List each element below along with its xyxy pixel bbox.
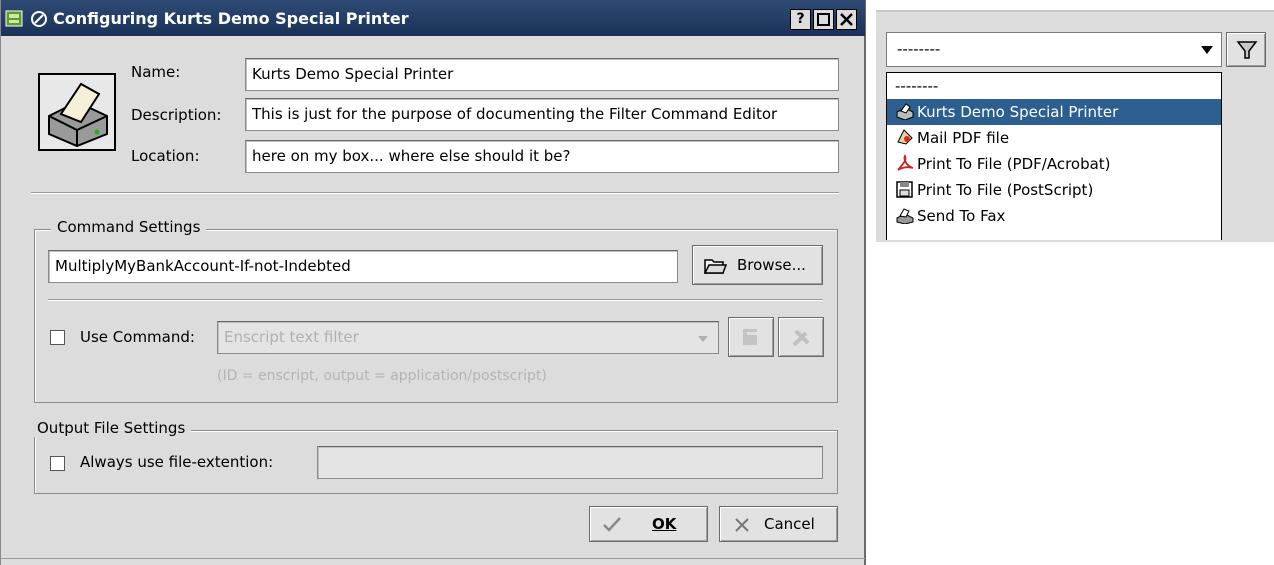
option-label: Kurts Demo Special Printer (917, 103, 1119, 121)
option-label: -------- (895, 77, 939, 95)
name-field[interactable]: Kurts Demo Special Printer (245, 58, 839, 91)
window-title: Configuring Kurts Demo Special Printer (53, 9, 409, 28)
output-file-settings-title: Output File Settings (31, 419, 192, 437)
printer-config-dialog: Configuring Kurts Demo Special Printer ?… (0, 0, 866, 565)
cancel-label: Cancel (764, 515, 815, 533)
command-select-value: Enscript text filter (224, 328, 359, 346)
close-button[interactable] (836, 9, 857, 30)
printer-dropdown-list[interactable]: -------- Kurts Demo Special Printer Mail… (886, 72, 1222, 240)
description-label: Description: (131, 106, 222, 124)
app-icon[interactable] (5, 9, 25, 29)
command-settings-title: Command Settings (51, 218, 207, 236)
dropdown-arrow-icon (698, 336, 708, 342)
cancel-icon (734, 517, 750, 537)
dropdown-option-none[interactable]: -------- (887, 73, 1221, 99)
dialog-bottom-edge (1, 558, 865, 565)
filter-icon (1236, 39, 1258, 65)
filter-button[interactable] (1226, 32, 1266, 67)
location-label: Location: (131, 147, 200, 165)
pin-icon[interactable] (29, 9, 49, 29)
command-info-text: (ID = enscript, output = application/pos… (217, 368, 547, 384)
edit-icon (740, 327, 762, 351)
floppy-icon (895, 180, 915, 198)
description-field[interactable]: This is just for the purpose of document… (245, 98, 839, 131)
option-label: Send To Fax (917, 207, 1006, 225)
extension-field[interactable] (317, 446, 823, 479)
printer-icon (37, 72, 117, 152)
folder-open-icon (703, 254, 728, 280)
option-label: Mail PDF file (917, 129, 1010, 147)
title-bar[interactable]: Configuring Kurts Demo Special Printer ? (1, 0, 865, 36)
name-label: Name: (131, 63, 181, 81)
printer-combo-box[interactable]: -------- (886, 32, 1222, 67)
ok-button[interactable]: OK (589, 506, 708, 542)
browse-button[interactable]: Browse... (692, 245, 823, 285)
close-icon (840, 13, 853, 26)
location-field[interactable]: here on my box... where else should it b… (245, 140, 839, 173)
ok-label: OK (652, 515, 677, 533)
dropdown-option-send-to-fax[interactable]: Send To Fax (887, 203, 1221, 229)
separator (31, 192, 839, 194)
browse-label: Browse... (737, 256, 806, 274)
dropdown-option-mail-pdf[interactable]: Mail PDF file (887, 125, 1221, 151)
use-command-checkbox[interactable] (50, 330, 65, 345)
command-input[interactable]: MultiplyMyBankAccount-If-not-Indebted (48, 250, 678, 283)
command-separator (48, 299, 823, 301)
dropdown-option-print-to-pdf[interactable]: Print To File (PDF/Acrobat) (887, 151, 1221, 177)
always-use-extension-label: Always use file-extention: (80, 453, 274, 471)
cancel-button[interactable]: Cancel (719, 506, 838, 542)
combo-selected-value: -------- (897, 40, 941, 58)
help-button[interactable]: ? (790, 9, 811, 30)
always-use-extension-checkbox[interactable] (50, 456, 65, 471)
edit-command-button[interactable] (728, 317, 774, 357)
dropdown-option-print-to-postscript[interactable]: Print To File (PostScript) (887, 177, 1221, 203)
configure-command-button[interactable] (778, 317, 824, 357)
mail-pdf-icon (895, 128, 915, 146)
dropdown-option-kurts-demo-printer[interactable]: Kurts Demo Special Printer (887, 99, 1221, 125)
tools-icon (790, 327, 812, 353)
option-label: Print To File (PostScript) (917, 181, 1094, 199)
maximize-button[interactable] (813, 9, 834, 30)
chevron-down-icon (1201, 46, 1213, 54)
maximize-icon (817, 13, 830, 26)
fax-icon (895, 206, 915, 225)
acrobat-icon (895, 153, 915, 172)
command-select[interactable]: Enscript text filter (217, 321, 719, 354)
printer-combo-panel: -------- -------- Kurts Demo Special Pri… (866, 0, 1274, 565)
check-icon (602, 515, 622, 537)
use-command-label: Use Command: (80, 328, 195, 346)
printer-icon (895, 102, 915, 121)
option-label: Print To File (PDF/Acrobat) (917, 155, 1111, 173)
